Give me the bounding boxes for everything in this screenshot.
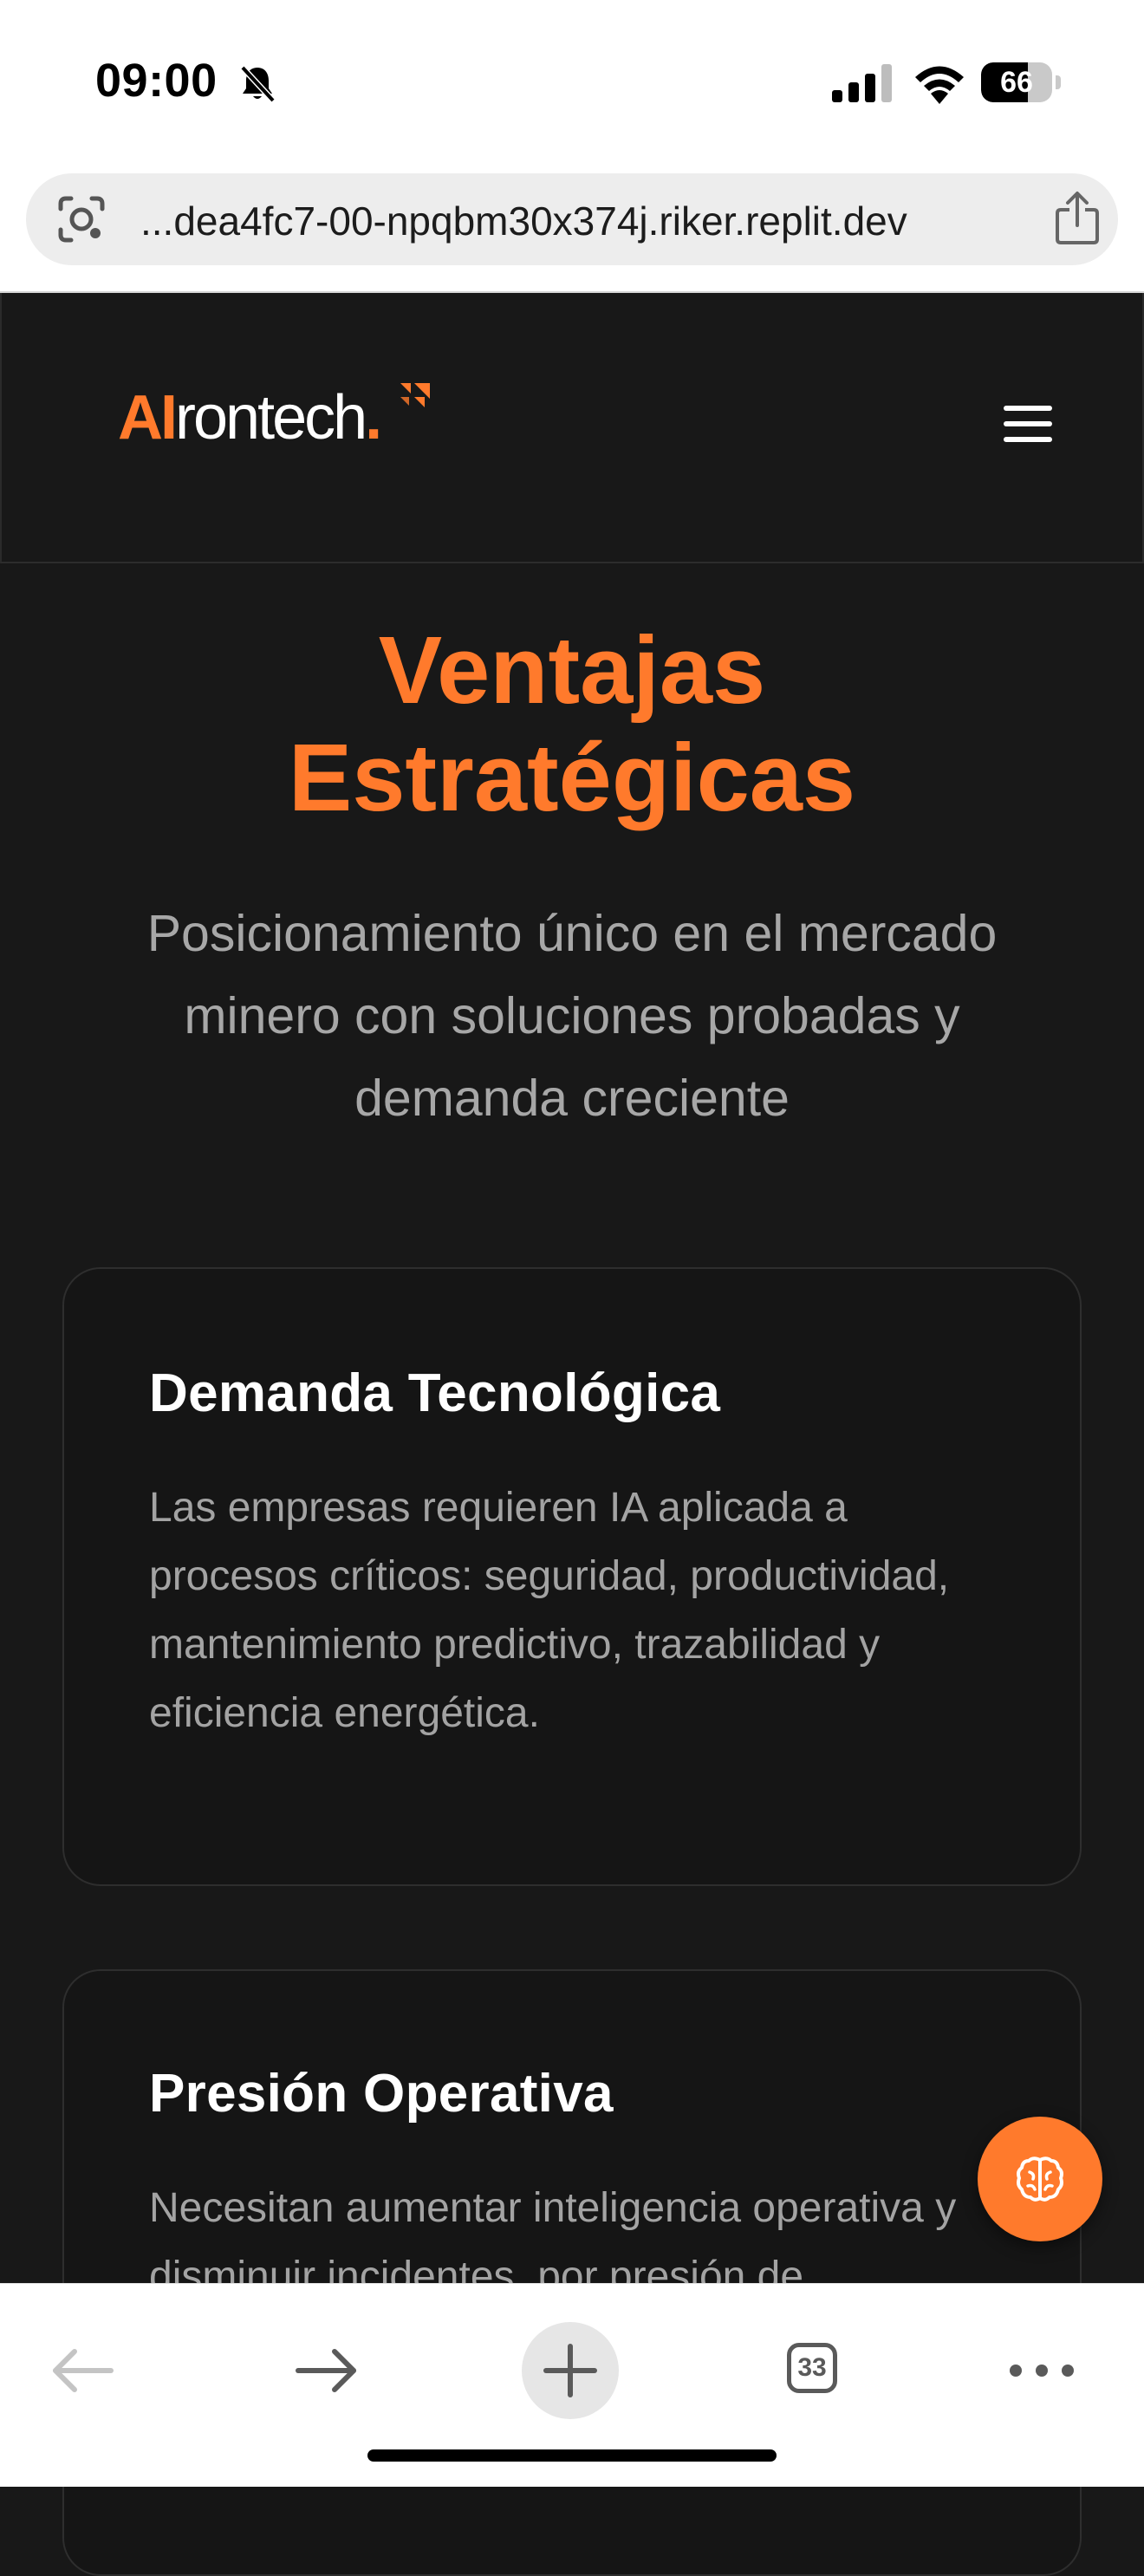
status-bar: 09:00 66 [0,0,1144,156]
brain-icon [1017,2156,1063,2202]
logo-mark-icon [400,383,430,407]
plus-icon [543,2344,597,2397]
section-title-line-2: Estratégicas [288,725,856,831]
site-header: AIrontech. [0,293,1144,563]
address-bar[interactable]: ...dea4fc7-00-npqbm30x374j.riker.replit.… [26,173,1118,265]
logo-rest: rontech [175,383,367,452]
logo-dot: . [365,383,382,452]
advantage-card: Demanda Tecnológica Las empresas requier… [62,1267,1082,1886]
lens-icon[interactable] [57,195,106,244]
card-title: Demanda Tecnológica [149,1363,721,1423]
new-tab-button[interactable] [522,2322,619,2419]
site-logo[interactable]: AIrontech. [118,383,382,452]
card-title: Presión Operativa [149,2064,614,2124]
status-time: 09:00 [95,55,218,107]
battery-cap [1056,75,1061,89]
wifi-icon [915,66,964,104]
share-icon[interactable] [1054,191,1101,244]
home-indicator [367,2449,777,2462]
section-subtitle: Posicionamiento único en el mercado mine… [146,905,998,1127]
tab-count: 33 [787,2343,837,2393]
tabs-button[interactable]: 33 [771,2327,858,2414]
ai-assistant-button[interactable] [978,2117,1102,2241]
back-arrow-icon[interactable] [40,2327,127,2414]
battery-percentage: 66 [1000,66,1033,99]
bell-slash-icon [240,65,276,103]
hamburger-menu-icon[interactable] [1004,402,1056,446]
logo-ai: AI [118,383,178,452]
section-title-line-1: Ventajas [378,617,766,724]
section-title: Ventajas Estratégicas [0,617,1144,832]
more-icon[interactable] [998,2327,1085,2414]
browser-toolbar: ...dea4fc7-00-npqbm30x374j.riker.replit.… [0,156,1144,293]
forward-arrow-icon[interactable] [283,2327,369,2414]
battery-icon: 66 [981,62,1061,102]
card-body: Las empresas requieren IA aplicada a pro… [149,1485,950,1736]
cellular-signal-icon [832,64,892,102]
url-text[interactable]: ...dea4fc7-00-npqbm30x374j.riker.replit.… [140,198,1042,244]
